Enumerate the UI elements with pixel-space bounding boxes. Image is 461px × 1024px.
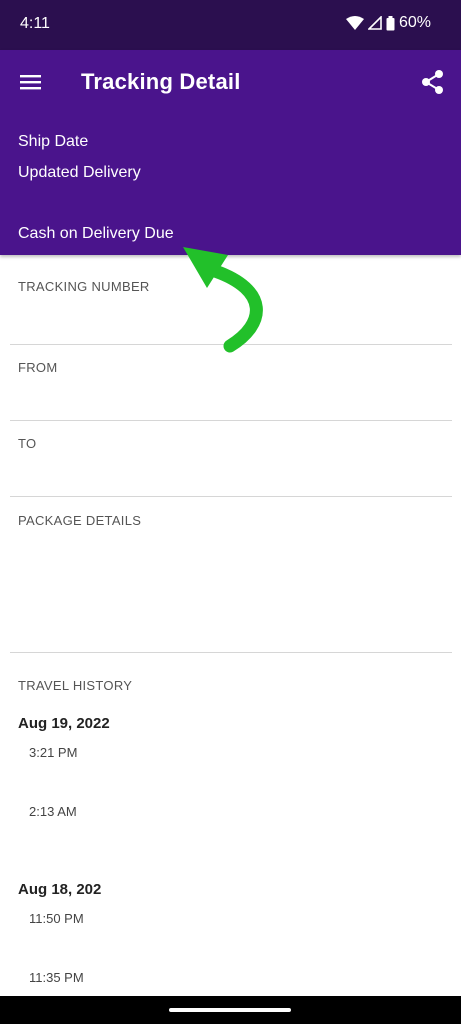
page-title: Tracking Detail: [81, 69, 241, 94]
share-icon[interactable]: [419, 68, 447, 96]
history-time: 11:50 PM: [29, 911, 84, 926]
battery-icon: [386, 15, 395, 31]
navigation-bar: [0, 996, 461, 1024]
from-label: FROM: [18, 360, 58, 375]
wifi-icon: [345, 16, 364, 30]
history-time: 11:35 PM: [29, 970, 84, 985]
menu-icon[interactable]: [18, 70, 44, 94]
status-bar: 4:11 60%: [0, 0, 461, 50]
history-date: Aug 18, 202: [18, 881, 102, 898]
to-label: TO: [18, 436, 37, 451]
status-icons: 60%: [345, 14, 431, 32]
pointer-arrow-icon: [183, 247, 263, 353]
cod-due-label: Cash on Delivery Due: [18, 225, 174, 242]
status-time: 4:11: [20, 15, 50, 32]
from-section: FROM: [10, 345, 452, 421]
to-section: TO: [10, 421, 452, 497]
history-date: Aug 19, 2022: [18, 715, 110, 732]
package-details-label: PACKAGE DETAILS: [18, 513, 142, 528]
history-time: 2:13 AM: [29, 804, 77, 819]
tracking-number-label: TRACKING NUMBER: [18, 279, 150, 294]
signal-icon: [367, 16, 382, 30]
package-details-section: PACKAGE DETAILS: [10, 497, 452, 653]
updated-delivery-label: Updated Delivery: [18, 164, 141, 181]
travel-history-label: TRAVEL HISTORY: [18, 678, 133, 693]
home-gesture-handle[interactable]: [169, 1008, 291, 1012]
ship-date-label: Ship Date: [18, 133, 89, 150]
battery-percent: 60%: [398, 14, 431, 31]
history-time: 3:21 PM: [29, 745, 78, 760]
app-bar: Tracking Detail Ship Date Updated Delive…: [0, 50, 461, 255]
